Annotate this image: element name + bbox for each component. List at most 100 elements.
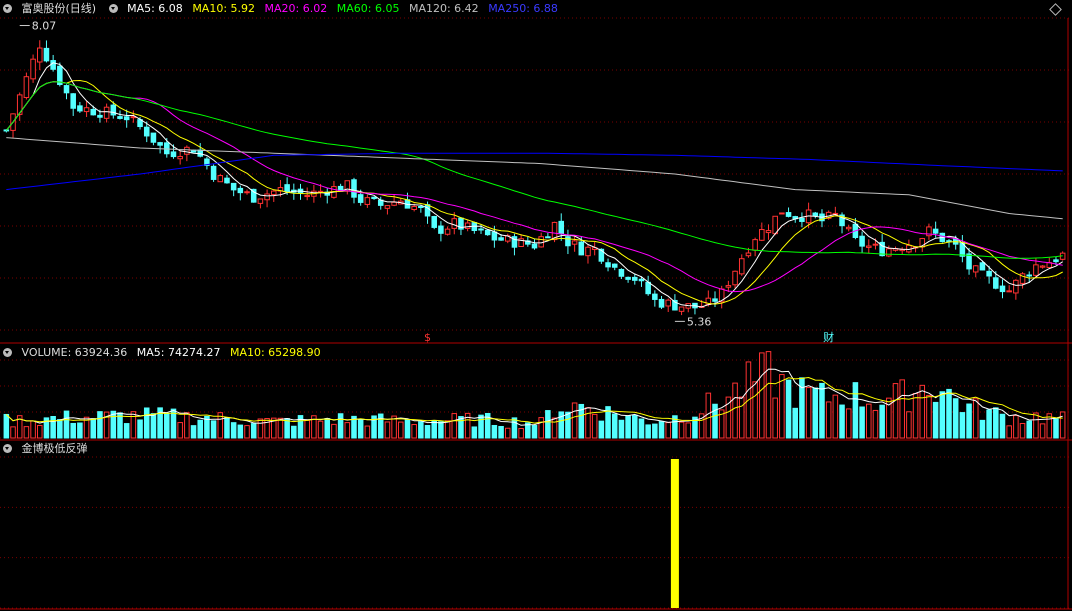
- candle-down: [993, 277, 999, 289]
- candle-up: [384, 205, 391, 209]
- volume-bar-down: [404, 418, 411, 439]
- candle-down: [63, 85, 70, 94]
- volume-bar-down: [418, 421, 424, 439]
- volume-bar-down: [1026, 420, 1033, 439]
- volume-bar-down: [137, 419, 143, 439]
- volume-bar-down: [598, 420, 605, 439]
- candle-down: [197, 149, 203, 157]
- candle-down: [110, 104, 117, 116]
- candle-up: [177, 156, 183, 160]
- candle-up: [103, 106, 110, 119]
- volume-bar-down: [97, 411, 103, 439]
- volume-bar-up: [906, 411, 912, 439]
- candle-down: [157, 142, 163, 146]
- volume-bar-down: [164, 412, 170, 439]
- volume-bar-up: [1059, 411, 1066, 439]
- volume-bar-down: [932, 401, 939, 439]
- volume-bar-down: [324, 418, 331, 439]
- volume-bar-up: [398, 421, 404, 439]
- volume-bar-up: [444, 420, 451, 439]
- volume-bar-up: [585, 407, 591, 439]
- volume-bar-up: [10, 426, 16, 439]
- volume-bar-up: [665, 422, 671, 439]
- candle-down: [859, 235, 865, 247]
- volume-bar-down: [979, 419, 986, 439]
- volume-bar-down: [966, 403, 972, 439]
- volume-bar-down: [819, 382, 825, 439]
- volume-bar-down: [3, 413, 10, 439]
- signal-bar: [670, 459, 679, 608]
- candle-up: [184, 146, 190, 155]
- collapse-icon[interactable]: [3, 4, 12, 13]
- candle-down: [1053, 259, 1059, 263]
- candle-down: [986, 270, 992, 277]
- volume-bar-up: [591, 413, 598, 439]
- candle-down: [658, 298, 665, 308]
- candle-up: [872, 243, 879, 246]
- volume-bar-up: [832, 394, 839, 439]
- volume-bar-up: [772, 397, 778, 439]
- low-price-label: 5.36: [687, 315, 712, 328]
- volume-bar-up: [825, 401, 832, 439]
- collapse-icon[interactable]: [108, 4, 118, 13]
- candle-up: [772, 215, 778, 235]
- candle-down: [966, 253, 972, 270]
- candle-up: [1039, 265, 1046, 268]
- volume-bar-down: [565, 411, 571, 439]
- collapse-icon[interactable]: [3, 444, 12, 453]
- volume-bar-down: [632, 414, 638, 439]
- candle-up: [738, 258, 745, 275]
- volume-bar-up: [912, 393, 919, 439]
- volume-bar-down: [424, 425, 431, 439]
- candle-up: [1013, 279, 1019, 294]
- volume-bar-up: [845, 408, 852, 439]
- candle-down: [438, 225, 444, 234]
- candle-up: [765, 230, 772, 234]
- volume-label: VOLUME: 63924.36: [21, 346, 128, 359]
- indicator-label: 金博极低反弹: [21, 442, 88, 455]
- volume-bar-down: [123, 423, 130, 439]
- candle-down: [77, 105, 83, 112]
- candle-up: [732, 270, 738, 286]
- ma10-label: MA10: 5.92: [192, 2, 256, 15]
- candle-up: [36, 47, 43, 63]
- candle-down: [645, 281, 651, 295]
- volume-bar-up: [184, 412, 190, 439]
- volume-bar-up: [331, 423, 337, 439]
- volume-bar-down: [237, 424, 244, 439]
- volume-bar-up: [257, 418, 264, 439]
- candle-down: [632, 276, 638, 281]
- volume-bar-up: [1033, 412, 1039, 439]
- collapse-icon[interactable]: [3, 348, 12, 357]
- candle-down: [97, 114, 103, 118]
- volume-bar-down: [852, 382, 859, 439]
- candle-up: [1033, 264, 1039, 276]
- volume-bar-up: [411, 424, 417, 439]
- event-marker: 财: [823, 330, 834, 344]
- candle-up: [444, 228, 451, 235]
- candle-down: [979, 262, 986, 271]
- candle-up: [571, 240, 578, 245]
- volume-bar-up: [244, 425, 250, 439]
- volume-legend: VOLUME: 63924.36 MA5: 74274.27 MA10: 652…: [0, 345, 327, 361]
- stock-chart[interactable]: 8.07 5.36 $ 财: [0, 0, 1072, 611]
- volume-bar-down: [999, 413, 1006, 439]
- candle-down: [932, 228, 939, 234]
- volume-bar-up: [277, 417, 284, 439]
- volume-bar-up: [752, 381, 758, 439]
- candle-down: [237, 187, 244, 194]
- volume-bar-down: [952, 398, 959, 439]
- volume-bar-up: [551, 417, 558, 439]
- volume-bar-down: [197, 419, 203, 439]
- volume-bar-down: [190, 425, 197, 439]
- candle-up: [1006, 290, 1012, 293]
- candle-down: [150, 132, 157, 143]
- candle-up: [752, 239, 758, 251]
- candle-up: [270, 190, 277, 195]
- volume-ma10-label: MA10: 65298.90: [229, 346, 321, 359]
- candle-up: [304, 195, 310, 198]
- candle-down: [164, 142, 170, 155]
- volume-bar-down: [658, 420, 665, 439]
- volume-bar-down: [284, 418, 290, 439]
- high-price-label: 8.07: [32, 20, 57, 33]
